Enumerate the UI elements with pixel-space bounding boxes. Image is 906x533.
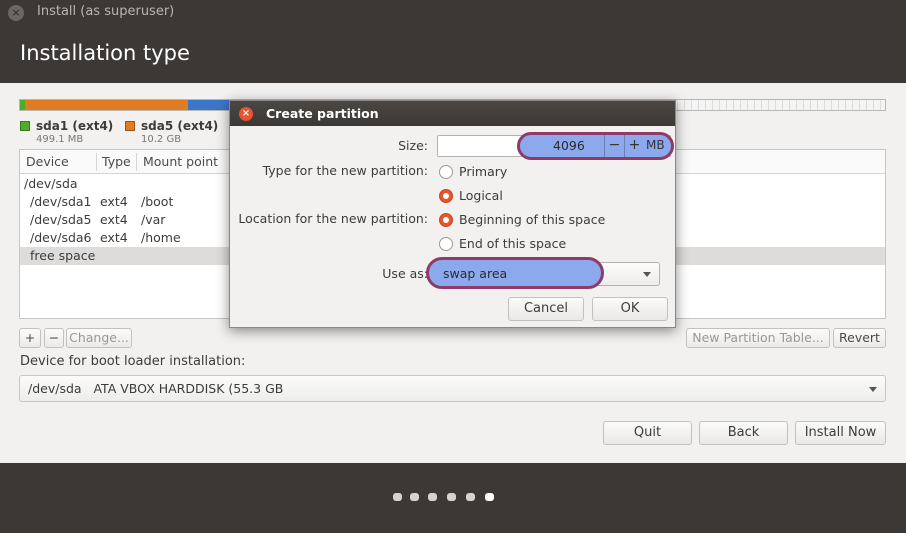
window-title: Install (as superuser) (37, 4, 175, 19)
cell-mount: /boot (141, 194, 174, 209)
change-partition-button[interactable]: Change... (66, 328, 132, 348)
page-header: Installation type (0, 26, 906, 83)
dialog-titlebar: × Create partition (230, 101, 675, 126)
radio-beginning[interactable] (439, 213, 453, 227)
size-label: Size: (398, 138, 428, 153)
back-button[interactable]: Back (699, 421, 788, 445)
new-partition-table-button[interactable]: New Partition Table... (686, 328, 830, 348)
partition-type-label: Type for the new partition: (262, 163, 428, 178)
size-value[interactable]: 4096 (553, 138, 585, 153)
install-now-button[interactable]: Install Now (795, 421, 886, 445)
create-partition-dialog: × Create partition Size: 4096 − + MB Typ… (229, 100, 676, 328)
progress-dot (466, 493, 475, 501)
revert-button[interactable]: Revert (833, 328, 886, 348)
cell-type: ext4 (100, 212, 128, 227)
close-icon[interactable]: × (8, 5, 24, 21)
cell-type: ext4 (100, 230, 128, 245)
radio-primary-label[interactable]: Primary (459, 164, 507, 179)
cell-type: ext4 (100, 194, 128, 209)
chevron-down-icon (869, 387, 877, 392)
boot-loader-label: Device for boot loader installation: (20, 354, 246, 369)
legend-swatch (125, 121, 135, 131)
radio-end-label[interactable]: End of this space (459, 236, 566, 251)
legend-swatch (20, 121, 30, 131)
close-icon[interactable]: × (239, 107, 253, 121)
window-titlebar: × Install (as superuser) (0, 0, 906, 26)
boot-loader-select[interactable]: /dev/sda ATA VBOX HARDDISK (55.3 GB (19, 375, 886, 402)
progress-dot (447, 493, 456, 501)
progress-dot (410, 493, 419, 501)
column-header-mount-point[interactable]: Mount point (143, 154, 218, 169)
legend-name: sda5 (ext4) (141, 119, 219, 133)
progress-dot (393, 493, 402, 501)
progress-dot-current (485, 493, 494, 501)
increase-size-button[interactable]: + (624, 135, 644, 157)
cell-device: /dev/sda5 (30, 212, 92, 227)
column-header-type[interactable]: Type (102, 154, 131, 169)
cell-mount: /var (141, 212, 166, 227)
add-partition-button[interactable]: + (19, 328, 41, 348)
column-separator (96, 153, 97, 171)
quit-button[interactable]: Quit (603, 421, 692, 445)
page-title: Installation type (20, 41, 190, 65)
legend-size: 499.1 MB (36, 134, 84, 145)
decrease-size-button[interactable]: − (604, 135, 624, 157)
radio-beginning-label[interactable]: Beginning of this space (459, 212, 605, 227)
column-separator (136, 153, 137, 171)
radio-primary[interactable] (439, 165, 453, 179)
chevron-down-icon (643, 272, 651, 277)
footer (0, 463, 906, 533)
remove-partition-button[interactable]: − (44, 328, 64, 348)
radio-logical[interactable] (439, 189, 453, 203)
radio-end[interactable] (439, 237, 453, 251)
cancel-button[interactable]: Cancel (508, 297, 584, 321)
progress-dot (428, 493, 437, 501)
size-stepper[interactable]: 4096 − + MB (517, 132, 674, 160)
legend-size: 10.2 GB (141, 134, 182, 145)
cell-device: /dev/sda1 (30, 194, 92, 209)
boot-loader-value: /dev/sda ATA VBOX HARDDISK (55.3 GB (28, 381, 284, 396)
cell-device: free space (30, 248, 96, 263)
size-unit: MB (646, 138, 665, 152)
ok-button[interactable]: OK (592, 297, 668, 321)
partition-bar-segment-sda5 (25, 100, 188, 110)
cell-mount: /home (141, 230, 181, 245)
cell-device: /dev/sda (24, 176, 78, 191)
use-as-label: Use as: (382, 266, 428, 281)
location-label: Location for the new partition: (238, 211, 428, 226)
use-as-highlight[interactable]: swap area (426, 257, 604, 289)
use-as-value: swap area (443, 266, 508, 281)
radio-logical-label[interactable]: Logical (459, 188, 503, 203)
legend-name: sda1 (ext4) (36, 119, 114, 133)
dialog-title: Create partition (266, 106, 379, 121)
column-header-device[interactable]: Device (26, 154, 69, 169)
cell-device: /dev/sda6 (30, 230, 92, 245)
